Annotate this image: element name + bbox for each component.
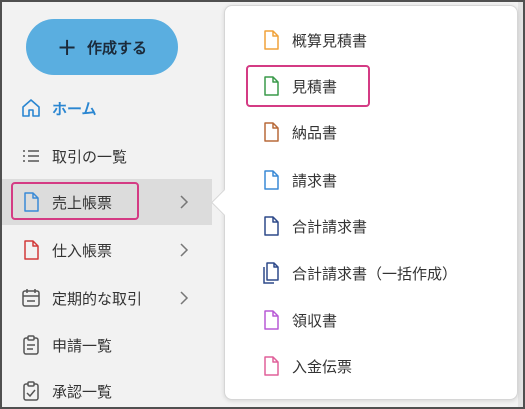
highlight-annotation-estimate <box>246 65 370 107</box>
document-icon <box>260 28 282 52</box>
chevron-right-icon <box>178 192 190 216</box>
submenu-item-receipt[interactable]: 領収書 <box>260 302 337 338</box>
sidebar: + 作成する ホーム 取引の一覧 売上帳票 仕入帳票 定期的な取引 申請一覧 承… <box>2 2 212 407</box>
submenu-item-payment-slip[interactable]: 入金伝票 <box>260 348 352 384</box>
document-icon <box>260 308 282 332</box>
sidebar-item-label: ホーム <box>52 99 97 118</box>
sidebar-item-transactions[interactable]: 取引の一覧 <box>2 133 212 179</box>
plus-icon: + <box>56 33 78 61</box>
document-icon <box>260 354 282 378</box>
highlight-annotation-sales-docs <box>11 182 139 220</box>
home-icon <box>20 97 42 119</box>
sidebar-item-home[interactable]: ホーム <box>2 85 212 131</box>
sidebar-item-label: 申請一覧 <box>52 336 113 355</box>
app-window: + 作成する ホーム 取引の一覧 売上帳票 仕入帳票 定期的な取引 申請一覧 承… <box>0 0 525 409</box>
document-icon <box>260 168 282 192</box>
submenu-item-total-invoice-bulk[interactable]: 合計請求書（一括作成） <box>260 255 457 291</box>
sidebar-item-purchase-docs[interactable]: 仕入帳票 <box>2 227 212 273</box>
submenu-item-label: 入金伝票 <box>292 357 353 376</box>
submenu-item-label: 納品書 <box>292 123 338 142</box>
background-content-edge <box>518 2 523 407</box>
sidebar-item-label: 定期的な取引 <box>52 289 143 308</box>
sidebar-item-approvals[interactable]: 承認一覧 <box>2 368 212 407</box>
submenu-item-invoice[interactable]: 請求書 <box>260 162 337 198</box>
sidebar-item-recurring[interactable]: 定期的な取引 <box>2 275 212 321</box>
submenu-item-total-invoice[interactable]: 合計請求書 <box>260 208 367 244</box>
document-icon <box>260 120 282 144</box>
submenu-item-label: 領収書 <box>292 311 338 330</box>
sidebar-item-label: 取引の一覧 <box>52 147 128 166</box>
sidebar-item-applications[interactable]: 申請一覧 <box>2 322 212 368</box>
calendar-icon <box>20 287 42 309</box>
clipboard-icon <box>20 334 42 356</box>
document-icon <box>260 214 282 238</box>
submenu-item-label: 合計請求書（一括作成） <box>292 264 458 283</box>
clipboard-check-icon <box>20 380 42 402</box>
submenu-item-label: 概算見積書 <box>292 31 368 50</box>
create-button[interactable]: + 作成する <box>26 19 178 75</box>
sidebar-item-label: 仕入帳票 <box>52 241 113 260</box>
submenu-item-label: 合計請求書 <box>292 217 368 236</box>
list-icon <box>20 145 42 167</box>
submenu-item-label: 請求書 <box>292 171 338 190</box>
submenu-item-rough-estimate[interactable]: 概算見積書 <box>260 22 367 58</box>
document-icon <box>20 239 42 261</box>
chevron-right-icon <box>178 288 190 312</box>
sidebar-item-label: 承認一覧 <box>52 382 113 401</box>
chevron-right-icon <box>178 240 190 264</box>
submenu-item-delivery-note[interactable]: 納品書 <box>260 114 337 150</box>
documents-stack-icon <box>260 261 282 285</box>
create-button-label: 作成する <box>87 38 148 57</box>
